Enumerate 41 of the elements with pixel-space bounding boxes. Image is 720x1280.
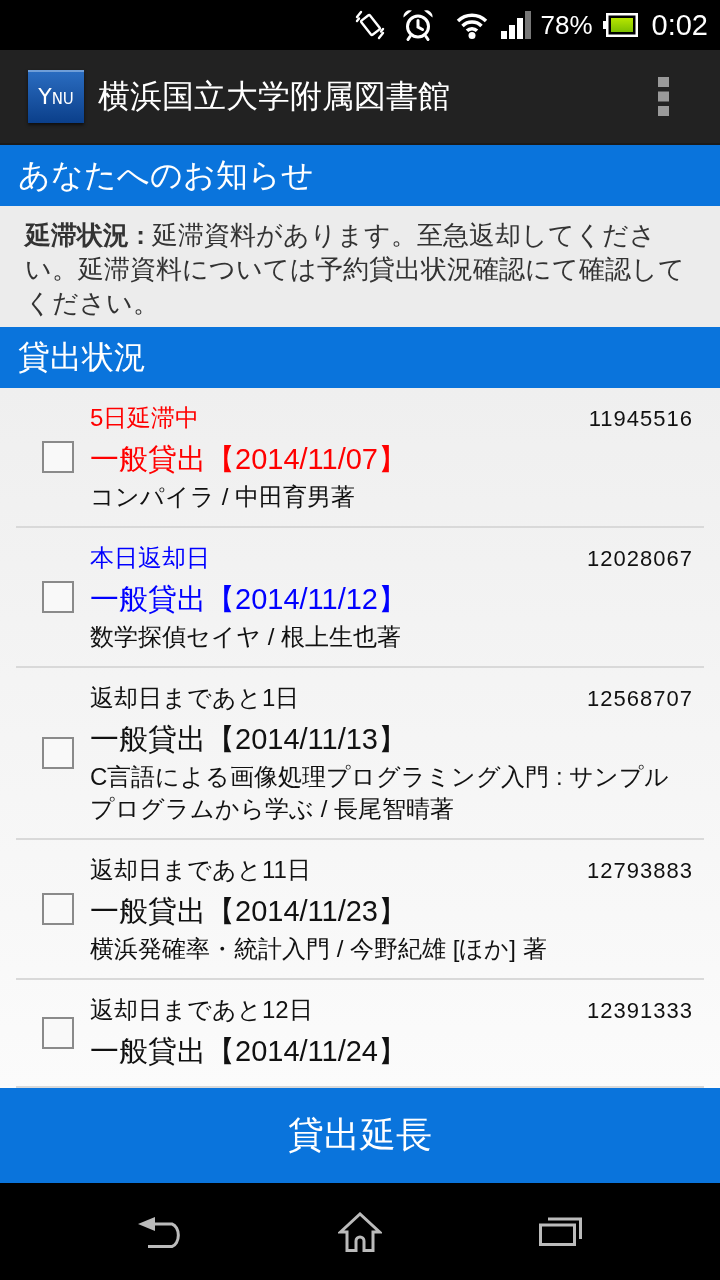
battery-icon (602, 13, 638, 37)
clock-time: 0:02 (651, 10, 708, 40)
notice-text: 延滞状況 : 延滞資料があります。至急返却してください。延滞資料については予約貸出状況確認にて確認してください。 (25, 219, 686, 320)
loan-type-due-date: 一般貸出【2014/11/07】 (90, 442, 408, 477)
item-number: 12568707 (587, 685, 693, 713)
item-number: 12793883 (587, 857, 693, 885)
checkbox[interactable] (42, 736, 74, 769)
section-heading: あなたへのお知らせ (18, 155, 314, 195)
app-logo: YNU (28, 70, 84, 123)
loan-status: 返却日まであと11日 (90, 855, 311, 885)
battery-percent: 78% (540, 10, 593, 40)
checkbox[interactable] (42, 580, 74, 613)
checkbox[interactable] (42, 1016, 74, 1049)
back-icon[interactable] (138, 1215, 182, 1248)
checkbox[interactable] (42, 440, 74, 473)
book-info: コンパイラ / 中田育男著 (90, 482, 356, 512)
loan-status: 返却日まであと1日 (90, 683, 300, 713)
loan-status: 返却日まであと12日 (90, 995, 313, 1025)
vibrate-icon (354, 10, 385, 40)
alarm-clock-icon (401, 9, 434, 41)
recent-apps-icon[interactable] (538, 1217, 582, 1246)
loan-status: 5日延滞中 (90, 403, 200, 433)
loan-type-due-date: 一般貸出【2014/11/12】 (90, 582, 408, 617)
checkbox[interactable] (42, 892, 74, 925)
loan-type-due-date: 一般貸出【2014/11/23】 (90, 894, 408, 929)
book-info: C言語による画像処理プログラミング入門 : サンプルプログラムから学ぶ / 長尾智晴著 (90, 762, 671, 824)
item-number: 12391333 (587, 997, 693, 1025)
item-number: 12028067 (587, 545, 693, 573)
home-icon[interactable] (338, 1211, 382, 1252)
section-heading: 貸出状況 (18, 337, 146, 377)
overflow-menu-icon[interactable] (658, 77, 669, 116)
book-info: 数学探偵セイヤ / 根上生也著 (90, 622, 402, 652)
signal-icon (500, 11, 531, 39)
book-info: 横浜発確率・統計入門 / 今野紀雄 [ほか] 著 (90, 934, 548, 964)
loan-type-due-date: 一般貸出【2014/11/24】 (90, 1034, 408, 1069)
item-number: 11945516 (588, 405, 693, 433)
loan-status: 本日返却日 (90, 543, 210, 573)
extend-loan-button[interactable]: 貸出延長 (0, 1088, 720, 1183)
loan-type-due-date: 一般貸出【2014/11/13】 (90, 722, 408, 757)
wifi-icon (455, 11, 488, 39)
app-title: 横浜国立大学附属図書館 (98, 76, 451, 116)
